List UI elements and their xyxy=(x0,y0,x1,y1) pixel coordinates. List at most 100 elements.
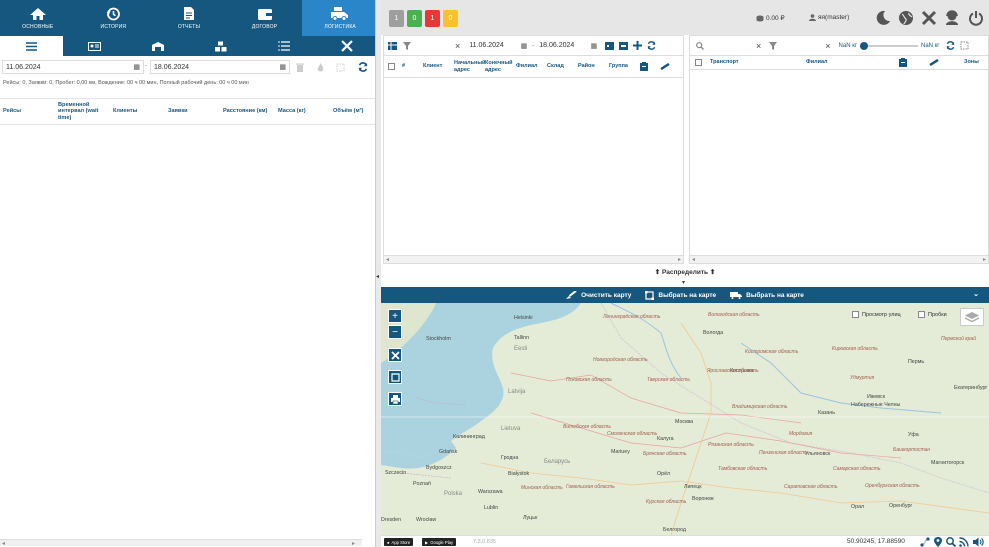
traffic-toggle[interactable]: Пробки xyxy=(918,311,947,318)
distribute-button[interactable]: ⬆ Распределить ⬆ xyxy=(381,265,989,279)
subtab-warehouse[interactable] xyxy=(126,36,189,56)
col-client[interactable]: Клиент xyxy=(420,63,451,70)
left-date-to[interactable]: 18.06.2024 ▦ xyxy=(150,60,290,74)
select-area-icon[interactable] xyxy=(333,60,347,74)
scroll-right-arrow[interactable]: ▸ xyxy=(983,256,986,263)
col-zones[interactable]: Зоны xyxy=(961,59,979,66)
map-view[interactable]: + − Просмотр улиц Пробки Helsinki Stockh… xyxy=(381,303,989,535)
user-menu[interactable]: яя(master) xyxy=(809,14,849,21)
sound-icon[interactable] xyxy=(973,537,984,547)
balance[interactable]: 0.00 ₽ xyxy=(756,14,785,22)
col-branch[interactable]: Филиал xyxy=(513,63,544,70)
refresh-icon[interactable] xyxy=(355,59,371,75)
orders-date-from[interactable]: 11.06.2024 ▦ xyxy=(466,38,531,53)
subtab-boxes[interactable] xyxy=(189,36,252,56)
subtab-tools[interactable] xyxy=(315,36,378,56)
calendar-today-icon[interactable] xyxy=(605,41,615,50)
street-view-checkbox[interactable] xyxy=(852,311,859,318)
calendar-week-icon[interactable] xyxy=(619,41,629,50)
subtab-menu[interactable] xyxy=(0,36,63,56)
col-start-address[interactable]: Начальный адрес xyxy=(451,60,485,73)
col-transport[interactable]: Транспорт xyxy=(707,59,803,66)
select-all-checkbox[interactable] xyxy=(695,59,702,66)
subtab-list[interactable] xyxy=(252,36,315,56)
filter-icon[interactable] xyxy=(403,41,411,50)
status-badge-yellow[interactable]: 0 xyxy=(443,10,458,27)
draw-polygon-button[interactable] xyxy=(388,370,402,384)
orders-horizontal-scrollbar[interactable]: ◂ ▸ xyxy=(384,255,683,263)
power-icon[interactable] xyxy=(968,10,984,26)
layers-button[interactable] xyxy=(960,308,984,326)
nav-reports[interactable]: ОТЧЕТЫ xyxy=(151,0,227,36)
nav-logistics[interactable]: ЛОГИСТИКА xyxy=(302,0,378,36)
google-play-badge[interactable]: ▶ Google Play xyxy=(422,538,457,546)
col-clients[interactable]: Клиенты xyxy=(110,108,165,115)
select-transport-on-map-button[interactable]: Выбрать на карте xyxy=(730,291,804,299)
col-end-address[interactable]: Конечный адрес xyxy=(482,60,513,73)
nav-history[interactable]: ИСТОРИЯ xyxy=(76,0,152,36)
scroll-right-arrow[interactable]: ▸ xyxy=(352,540,355,547)
select-all-checkbox[interactable] xyxy=(388,63,395,70)
clipboard-icon[interactable] xyxy=(640,62,648,71)
left-horizontal-scrollbar[interactable]: ◂ ▸ xyxy=(0,539,362,547)
tools-map-button[interactable] xyxy=(388,348,402,362)
scroll-left-arrow[interactable]: ◂ xyxy=(2,540,5,547)
clear-map-button[interactable]: Очистить карту xyxy=(566,291,631,299)
grid-icon[interactable] xyxy=(388,41,397,50)
ruler-icon[interactable] xyxy=(929,59,939,66)
street-view-toggle[interactable]: Просмотр улиц xyxy=(852,311,901,318)
clear-filter-icon[interactable]: × xyxy=(825,41,830,51)
print-button[interactable] xyxy=(388,392,402,406)
weight-slider[interactable] xyxy=(860,41,919,50)
col-trips[interactable]: Рейсы xyxy=(0,108,55,115)
status-badge-green[interactable]: 0 xyxy=(407,10,422,27)
scroll-left-arrow[interactable]: ◂ xyxy=(386,256,389,263)
col-volume[interactable]: Объём (м³) xyxy=(330,108,375,115)
select-area-icon[interactable] xyxy=(960,41,969,50)
select-on-map-button[interactable]: Выбрать на карте xyxy=(645,290,716,300)
traffic-checkbox[interactable] xyxy=(918,311,925,318)
status-badge-gray[interactable]: 1 xyxy=(389,10,404,27)
scroll-left-arrow[interactable]: ◂ xyxy=(692,256,695,263)
col-distance[interactable]: Расстояние (км) xyxy=(220,108,275,115)
delete-icon[interactable] xyxy=(293,60,307,74)
refresh-icon[interactable] xyxy=(647,41,656,50)
clear-search-icon[interactable]: × xyxy=(756,41,761,51)
rss-icon[interactable] xyxy=(959,537,969,547)
col-group[interactable]: Группа xyxy=(606,63,637,70)
route-icon[interactable] xyxy=(920,537,930,547)
expand-down-arrow-icon[interactable]: ▾ xyxy=(682,279,685,286)
zoom-out-button[interactable]: − xyxy=(388,325,402,339)
app-store-badge[interactable]: ● App Store xyxy=(384,538,414,546)
refresh-icon[interactable] xyxy=(946,41,955,50)
support-icon[interactable] xyxy=(944,10,960,26)
ruler-icon[interactable] xyxy=(660,63,670,70)
orders-date-to[interactable]: 18.06.2024 ▦ xyxy=(536,38,601,53)
clear-filter-icon[interactable]: × xyxy=(455,41,460,51)
col-orders[interactable]: Заявки xyxy=(165,108,220,115)
status-badge-red[interactable]: 1 xyxy=(425,10,440,27)
col-mass[interactable]: Масса (кг) xyxy=(275,108,330,115)
collapse-arrow-icon[interactable]: ◂ xyxy=(376,273,379,280)
zoom-in-button[interactable]: + xyxy=(388,309,402,323)
left-date-from[interactable]: 11.06.2024 ▦ xyxy=(2,60,144,74)
fire-icon[interactable] xyxy=(313,60,327,74)
nav-main[interactable]: ОСНОВНЫЕ xyxy=(0,0,76,36)
transport-horizontal-scrollbar[interactable]: ◂ ▸ xyxy=(690,255,988,263)
col-district[interactable]: Район xyxy=(575,63,606,70)
search-icon[interactable] xyxy=(696,41,704,50)
dark-mode-icon[interactable] xyxy=(875,10,891,26)
collapse-map-bar-icon[interactable]: ⌄ xyxy=(973,290,979,298)
weight-slider-handle[interactable] xyxy=(860,41,869,50)
col-number[interactable]: # xyxy=(399,63,420,70)
zoom-search-icon[interactable] xyxy=(946,537,956,547)
add-icon[interactable] xyxy=(633,41,643,50)
tools-icon[interactable] xyxy=(921,10,937,26)
col-warehouse[interactable]: Склад xyxy=(544,63,575,70)
subtab-idcard[interactable] xyxy=(63,36,126,56)
col-time-interval[interactable]: Временной интервал (wait time) xyxy=(55,102,110,122)
scroll-right-arrow[interactable]: ▸ xyxy=(678,256,681,263)
filter-icon[interactable] xyxy=(769,41,778,50)
globe-icon[interactable] xyxy=(898,10,914,26)
clipboard-icon[interactable] xyxy=(899,58,907,67)
